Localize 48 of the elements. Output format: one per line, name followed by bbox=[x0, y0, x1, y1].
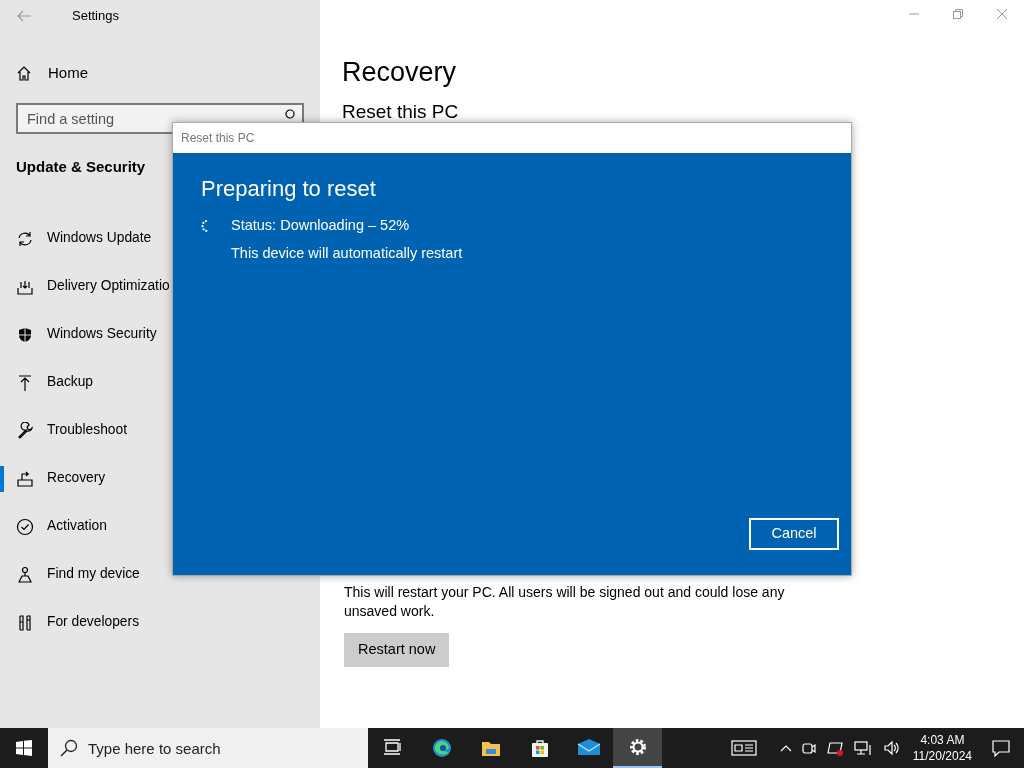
sidebar-item[interactable]: Windows Security bbox=[0, 310, 320, 359]
note-text: This device will automatically restart bbox=[231, 243, 464, 263]
browser-icon bbox=[431, 738, 452, 758]
dialog-title: Reset this PC bbox=[173, 123, 851, 153]
chevron-up-icon[interactable] bbox=[779, 744, 792, 752]
home-icon bbox=[16, 65, 32, 81]
store-icon bbox=[529, 738, 550, 758]
volume-icon[interactable] bbox=[882, 740, 899, 756]
cancel-button[interactable]: Cancel bbox=[749, 518, 839, 550]
restore-icon[interactable] bbox=[953, 9, 963, 19]
sidebar-item[interactable]: Backup bbox=[0, 358, 320, 407]
clock-time[interactable]: 4:03 AM bbox=[912, 732, 972, 748]
upload-arrow-icon bbox=[16, 373, 34, 392]
check-circle-icon bbox=[16, 517, 34, 536]
dialog-heading: Preparing to reset bbox=[201, 175, 377, 203]
taskbar-app-button[interactable] bbox=[613, 728, 662, 768]
windows-logo-icon bbox=[16, 740, 32, 756]
mail-icon bbox=[576, 738, 601, 758]
sidebar-item[interactable]: Activation bbox=[0, 502, 320, 551]
person-pin-icon bbox=[16, 565, 34, 584]
cloud-sync-icon[interactable] bbox=[825, 740, 844, 756]
sidebar-item[interactable]: Find my device bbox=[0, 550, 320, 599]
gear-icon bbox=[627, 737, 648, 757]
description-text: This will restart your PC. All users will be signed out and could lose any unsaved work. bbox=[344, 583, 786, 621]
recovery-icon bbox=[16, 469, 34, 488]
developer-tools-icon bbox=[16, 613, 34, 632]
search-icon bbox=[283, 109, 295, 121]
task-view-icon bbox=[382, 738, 403, 758]
restart-now-button[interactable]: Restart now bbox=[344, 633, 450, 667]
wrench-icon bbox=[16, 421, 34, 440]
close-icon[interactable] bbox=[997, 9, 1007, 19]
taskbar-search-field[interactable]: Type here to search bbox=[48, 728, 368, 768]
sidebar-item[interactable]: Troubleshoot bbox=[0, 406, 320, 455]
refresh-icon bbox=[16, 229, 34, 248]
sidebar-item[interactable]: For developers bbox=[0, 598, 320, 647]
notification-icon[interactable] bbox=[992, 739, 1010, 757]
sidebar-item[interactable]: Delivery Optimizatio bbox=[0, 262, 320, 311]
section-heading: Reset this PC bbox=[342, 100, 460, 124]
shield-icon bbox=[16, 325, 34, 344]
window-title: Settings bbox=[72, 7, 119, 26]
section-heading: Update & Security bbox=[16, 157, 147, 177]
status-text: Status: Downloading – 52% bbox=[231, 216, 410, 235]
home-link[interactable]: Home bbox=[48, 61, 88, 85]
network-icon[interactable] bbox=[853, 740, 872, 756]
camera-icon[interactable] bbox=[801, 740, 816, 756]
news-icon[interactable] bbox=[730, 739, 757, 757]
page-heading: Recovery bbox=[342, 56, 458, 89]
clock-date[interactable]: 11/20/2024 bbox=[912, 748, 972, 764]
